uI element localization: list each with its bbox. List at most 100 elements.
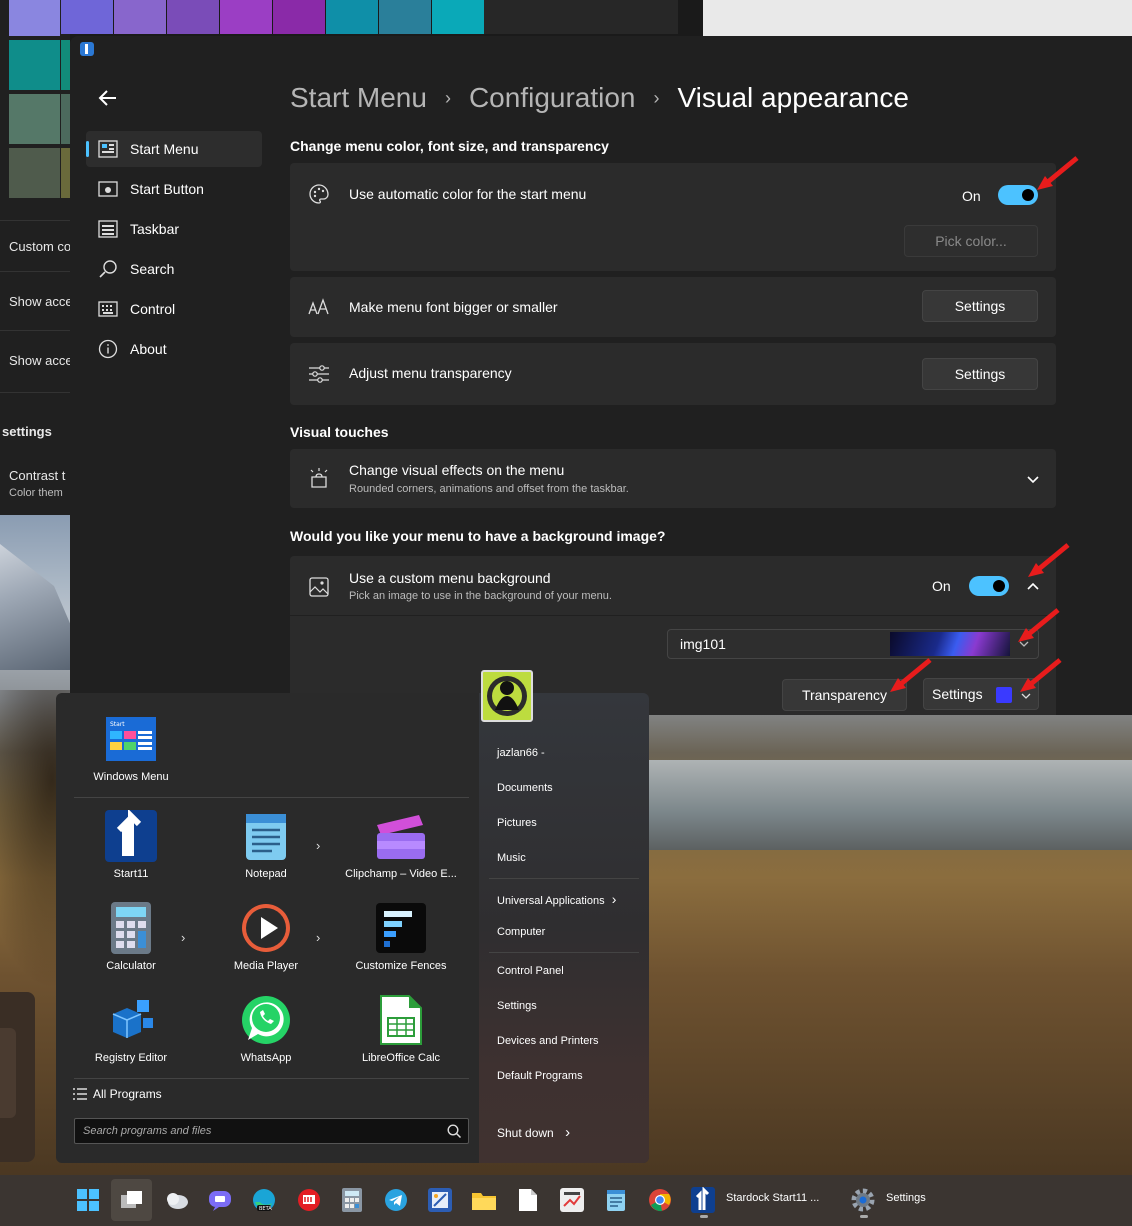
back-button[interactable]: [94, 86, 122, 114]
devices-and-printers-link[interactable]: Devices and Printers: [497, 1035, 599, 1047]
default-programs-link[interactable]: Default Programs: [497, 1070, 583, 1082]
color-swatch[interactable]: [220, 0, 272, 34]
computer-link[interactable]: Computer: [497, 926, 545, 938]
pinned-libreoffice-calc[interactable]: LibreOffice Calc: [336, 994, 466, 1064]
app-red-icon[interactable]: [296, 1187, 322, 1213]
section-title-color: Change menu color, font size, and transp…: [290, 138, 609, 154]
user-name-link[interactable]: jazlan66 -: [497, 747, 545, 759]
chevron-right-icon: ›: [565, 1124, 571, 1141]
color-swatch[interactable]: [9, 148, 60, 198]
breadcrumb-start-menu[interactable]: Start Menu: [290, 82, 427, 114]
tile-label: Calculator: [106, 960, 156, 972]
chevron-right-icon[interactable]: ›: [316, 838, 320, 853]
chevron-right-icon: ›: [653, 87, 660, 108]
snipping-tool-icon[interactable]: [427, 1187, 453, 1213]
red-arrow-annotation: [1020, 658, 1062, 692]
teams-chat-icon[interactable]: [207, 1187, 233, 1213]
start-menu: Start Windows Menu Start11 Notepad › Cli…: [56, 693, 649, 1163]
color-swatch[interactable]: [326, 0, 378, 34]
color-swatch[interactable]: [432, 0, 484, 34]
music-link[interactable]: Music: [497, 852, 526, 864]
windows-start-icon[interactable]: [75, 1187, 101, 1213]
telegram-icon[interactable]: [383, 1187, 409, 1213]
color-swatch[interactable]: [114, 0, 166, 34]
background-image-name: img101: [680, 636, 726, 652]
start-menu-icon: [98, 139, 118, 159]
pick-color-button[interactable]: Pick color...: [904, 225, 1038, 257]
taskbar: BETA Stardock Start11 ... Settings: [0, 1175, 1132, 1226]
tile-label: Media Player: [233, 960, 299, 972]
font-size-settings-button[interactable]: Settings: [922, 290, 1038, 322]
nav-item-start-menu[interactable]: Start Menu: [86, 131, 262, 167]
color-swatch[interactable]: [273, 0, 325, 34]
color-swatch[interactable]: [61, 94, 70, 144]
start-search-input[interactable]: Search programs and files: [74, 1118, 469, 1144]
color-swatch[interactable]: [61, 148, 70, 198]
settings-link[interactable]: Settings: [497, 1000, 537, 1012]
shut-down-button[interactable]: Shut down ›: [497, 1124, 570, 1141]
chevron-right-icon[interactable]: ›: [316, 930, 320, 945]
pinned-notepad[interactable]: Notepad: [201, 810, 331, 880]
notepad-taskbar-icon[interactable]: [603, 1187, 629, 1213]
nav-item-taskbar[interactable]: Taskbar: [86, 211, 262, 247]
weather-widget-icon[interactable]: [164, 1187, 190, 1213]
custom-background-toggle[interactable]: [969, 576, 1009, 596]
color-swatch[interactable]: [9, 0, 60, 36]
settings-app-icon[interactable]: [559, 1187, 585, 1213]
start11-taskbar-icon[interactable]: [690, 1187, 716, 1213]
start-button-icon: [98, 179, 118, 199]
documents-link[interactable]: Documents: [497, 782, 553, 794]
transparency-settings-button[interactable]: Settings: [922, 358, 1038, 390]
tile-label: Notepad: [245, 868, 287, 880]
tile-label: Registry Editor: [94, 1052, 168, 1064]
pinned-registry-editor[interactable]: Registry Editor: [66, 994, 196, 1064]
color-swatch[interactable]: [9, 40, 60, 90]
pinned-customize-fences[interactable]: Customize Fences: [336, 902, 466, 972]
info-icon: [98, 339, 118, 359]
background-image-select[interactable]: img101: [667, 629, 1039, 659]
color-swatch[interactable]: [9, 94, 60, 144]
start11-taskbar-label[interactable]: Stardock Start11 ...: [726, 1192, 819, 1204]
visual-effects-card[interactable]: Change visual effects on the menu Rounde…: [290, 449, 1056, 508]
nav-item-start-button[interactable]: Start Button: [86, 171, 262, 207]
calculator-taskbar-icon[interactable]: [339, 1187, 365, 1213]
color-swatch[interactable]: [61, 0, 113, 34]
breadcrumb-configuration[interactable]: Configuration: [469, 82, 636, 114]
color-swatch[interactable]: [379, 0, 431, 34]
pinned-windows-menu[interactable]: Start Windows Menu: [66, 713, 196, 783]
document-icon[interactable]: [515, 1187, 541, 1213]
nav-item-control[interactable]: Control: [86, 291, 262, 327]
universal-applications-link[interactable]: Universal Applications ›: [497, 891, 616, 907]
color-swatch[interactable]: [61, 40, 70, 90]
color-swatch[interactable]: [167, 0, 219, 34]
control-panel-link[interactable]: Control Panel: [497, 965, 564, 977]
background-window-white: [703, 0, 1132, 36]
chrome-icon[interactable]: [647, 1187, 673, 1213]
fences-icon: [375, 902, 427, 954]
task-view-icon[interactable]: [119, 1187, 145, 1213]
file-explorer-icon[interactable]: [471, 1187, 497, 1213]
auto-color-toggle[interactable]: [998, 185, 1038, 205]
settings-taskbar-label[interactable]: Settings: [886, 1192, 926, 1204]
chevron-down-icon[interactable]: [1025, 471, 1041, 487]
pinned-whatsapp[interactable]: WhatsApp: [201, 994, 331, 1064]
background-image-preview: [890, 632, 1010, 656]
avatar[interactable]: [481, 670, 533, 722]
gear-icon[interactable]: [850, 1187, 876, 1213]
pinned-start11[interactable]: Start11: [66, 810, 196, 880]
pictures-link[interactable]: Pictures: [497, 817, 537, 829]
section-label: settings: [2, 424, 52, 439]
divider: [0, 220, 70, 221]
edge-beta-icon[interactable]: BETA: [251, 1187, 277, 1213]
tile-label: Start11: [113, 868, 149, 880]
custom-background-sub: Pick an image to use in the background o…: [349, 590, 612, 602]
desktop-widget-inner: [0, 1028, 16, 1118]
pinned-clipchamp[interactable]: Clipchamp – Video E...: [336, 810, 466, 880]
arrow-left-icon: [98, 90, 116, 106]
pinned-media-player[interactable]: Media Player: [201, 902, 331, 972]
all-programs-link[interactable]: All Programs: [73, 1087, 162, 1101]
nav-item-about[interactable]: About: [86, 331, 262, 367]
pinned-calculator[interactable]: Calculator: [66, 902, 196, 972]
nav-item-search[interactable]: Search: [86, 251, 262, 287]
chevron-right-icon[interactable]: ›: [181, 930, 185, 945]
